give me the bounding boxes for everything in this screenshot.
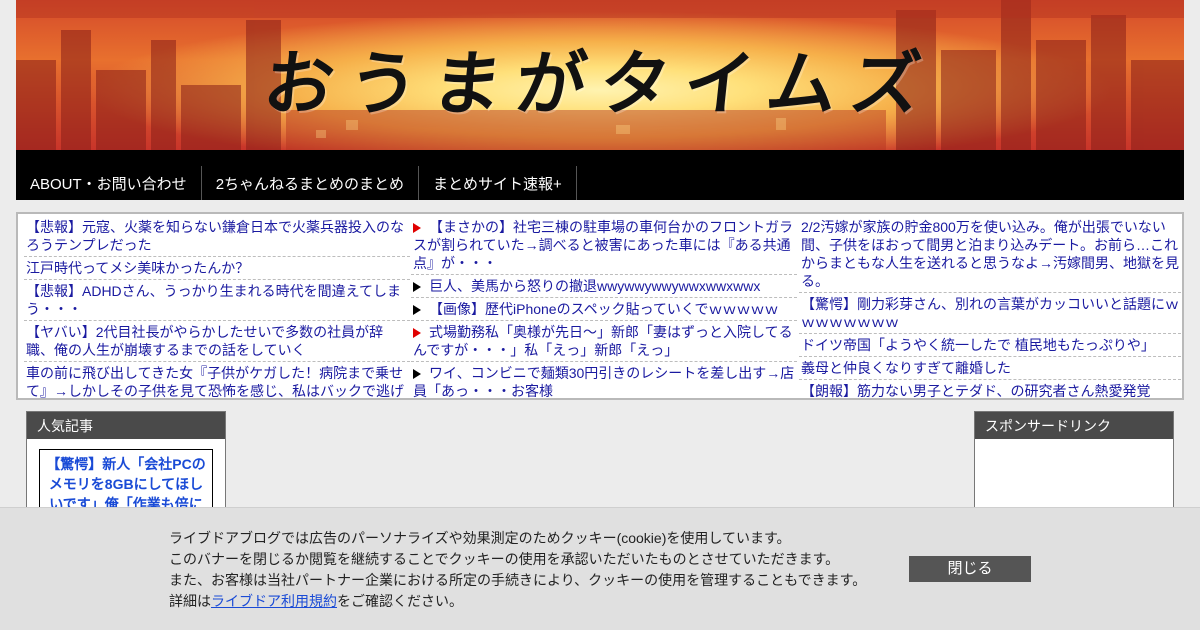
- terms-link[interactable]: ライブドア利用規約: [211, 593, 337, 609]
- black-arrow-icon: [413, 282, 421, 293]
- cookie-line-1: ライブドアブログでは広告のパーソナライズや効果測定のためクッキー(cookie)…: [169, 530, 791, 546]
- site-title[interactable]: おうまがタイムズ: [16, 28, 1184, 129]
- cookie-banner: ライブドアブログでは広告のパーソナライズや効果測定のためクッキー(cookie)…: [0, 507, 1200, 630]
- article-link-text: 巨人、美馬から怒りの撤退wwywwywwywwxwwxwwx: [429, 278, 761, 294]
- cookie-line-4: 詳細はライブドア利用規約をご確認ください。: [169, 591, 866, 612]
- article-link-box: 【悲報】元寇、火薬を知らない鎌倉日本で火薬兵器投入のなろうテンプレだった 江戸時…: [16, 212, 1184, 400]
- cookie-line-4-suffix: をご確認ください。: [337, 593, 463, 609]
- popular-articles-header: 人気記事: [27, 412, 225, 439]
- article-link[interactable]: ワイ、コンビニで麺類30円引きのレシートを差し出す→店員「あっ・・・お客様: [411, 362, 797, 399]
- article-link[interactable]: 巨人、美馬から怒りの撤退wwywwywwywwxwwxwwx: [411, 275, 797, 298]
- article-link[interactable]: 義母と仲良くなりすぎて離婚した: [799, 357, 1181, 380]
- article-link[interactable]: 【画像】歴代iPhoneのスペック貼っていくでｗｗｗｗｗ: [411, 298, 797, 321]
- article-link[interactable]: 【悲報】元寇、火薬を知らない鎌倉日本で火薬兵器投入のなろうテンプレだった: [24, 216, 410, 257]
- article-link[interactable]: 【朗報】筋力ない男子とテダド、の研究者さん熱愛発覚: [799, 380, 1181, 398]
- article-link[interactable]: ドイツ帝国「ようやく統一したで 植民地もたっぷりや」: [799, 334, 1181, 357]
- popular-article-title[interactable]: 【驚愕】新人「会社PCのメモリを8GBにしてほしいです」俺「作業も倍に: [46, 454, 206, 514]
- article-link[interactable]: 江戸時代ってメシ美味かったんか？: [24, 257, 410, 280]
- article-link[interactable]: 車の前に飛び出してきた女『子供がケガした！病院まで乗せて』→しかしその子供を見て…: [24, 362, 410, 398]
- article-link[interactable]: 【驚愕】剛力彩芽さん、別れの言葉がカッコいいと話題にｗｗｗｗｗｗｗｗ: [799, 293, 1181, 334]
- sponsored-links-header: スポンサードリンク: [975, 412, 1173, 439]
- cookie-line-2: このバナーを閉じるか閲覧を継続することでクッキーの使用を承認いただいたものとさせ…: [169, 551, 840, 567]
- article-link[interactable]: 【まさかの】社宅三棟の駐車場の車何台かのフロントガラスが割られていた→調べると被…: [411, 216, 797, 275]
- article-link-text: 【まさかの】社宅三棟の駐車場の車何台かのフロントガラスが割られていた→調べると被…: [413, 219, 793, 271]
- article-link-text: 【画像】歴代iPhoneのスペック貼っていくでｗｗｗｗｗ: [429, 301, 779, 317]
- cookie-close-button[interactable]: 閉じる: [909, 556, 1031, 582]
- article-link[interactable]: 式場勤務私「奥様が先日〜」新郎「妻はずっと入院してるんですが・・・」私「えっ」新…: [411, 321, 797, 362]
- red-arrow-icon: [413, 223, 421, 234]
- article-link-text: ワイ、コンビニで麺類30円引きのレシートを差し出す→店員「あっ・・・お客様: [413, 365, 795, 399]
- article-link[interactable]: 2/2汚嫁が家族の貯金800万を使い込み。俺が出張でいない間、子供をほおって間男…: [799, 216, 1181, 293]
- link-column-2: 【まさかの】社宅三棟の駐車場の車何台かのフロントガラスが割られていた→調べると被…: [411, 216, 797, 399]
- link-column-1: 【悲報】元寇、火薬を知らない鎌倉日本で火薬兵器投入のなろうテンプレだった 江戸時…: [24, 216, 410, 398]
- article-link-text: 式場勤務私「奥様が先日〜」新郎「妻はずっと入院してるんですが・・・」私「えっ」新…: [413, 324, 793, 358]
- page-wrapper: おうまがタイムズ ABOUT・お問い合わせ 2ちゃんねるまとめのまとめ まとめサ…: [16, 0, 1184, 200]
- nav-item-about[interactable]: ABOUT・お問い合わせ: [16, 166, 202, 200]
- nav-item-2ch-matome[interactable]: 2ちゃんねるまとめのまとめ: [202, 166, 420, 200]
- red-arrow-icon: [413, 328, 421, 339]
- nav-item-matome-sokuhou[interactable]: まとめサイト速報+: [419, 166, 577, 200]
- cookie-line-4-prefix: 詳細は: [169, 593, 211, 609]
- cookie-notice-text: ライブドアブログでは広告のパーソナライズや効果測定のためクッキー(cookie)…: [169, 528, 866, 612]
- black-arrow-icon: [413, 305, 421, 316]
- header-banner[interactable]: おうまがタイムズ: [16, 0, 1184, 150]
- link-column-3: 2/2汚嫁が家族の貯金800万を使い込み。俺が出張でいない間、子供をほおって間男…: [799, 216, 1181, 398]
- article-link[interactable]: 【悲報】ADHDさん、うっかり生まれる時代を間違えてしまう・・・: [24, 280, 410, 321]
- cookie-line-3: また、お客様は当社パートナー企業における所定の手続きにより、クッキーの使用を管理…: [169, 572, 867, 588]
- main-nav: ABOUT・お問い合わせ 2ちゃんねるまとめのまとめ まとめサイト速報+: [16, 150, 1184, 200]
- article-link[interactable]: 【ヤバい】2代目社長がやらかしたせいで多数の社員が辞職、俺の人生が崩壊するまでの…: [24, 321, 410, 362]
- black-arrow-icon: [413, 369, 421, 380]
